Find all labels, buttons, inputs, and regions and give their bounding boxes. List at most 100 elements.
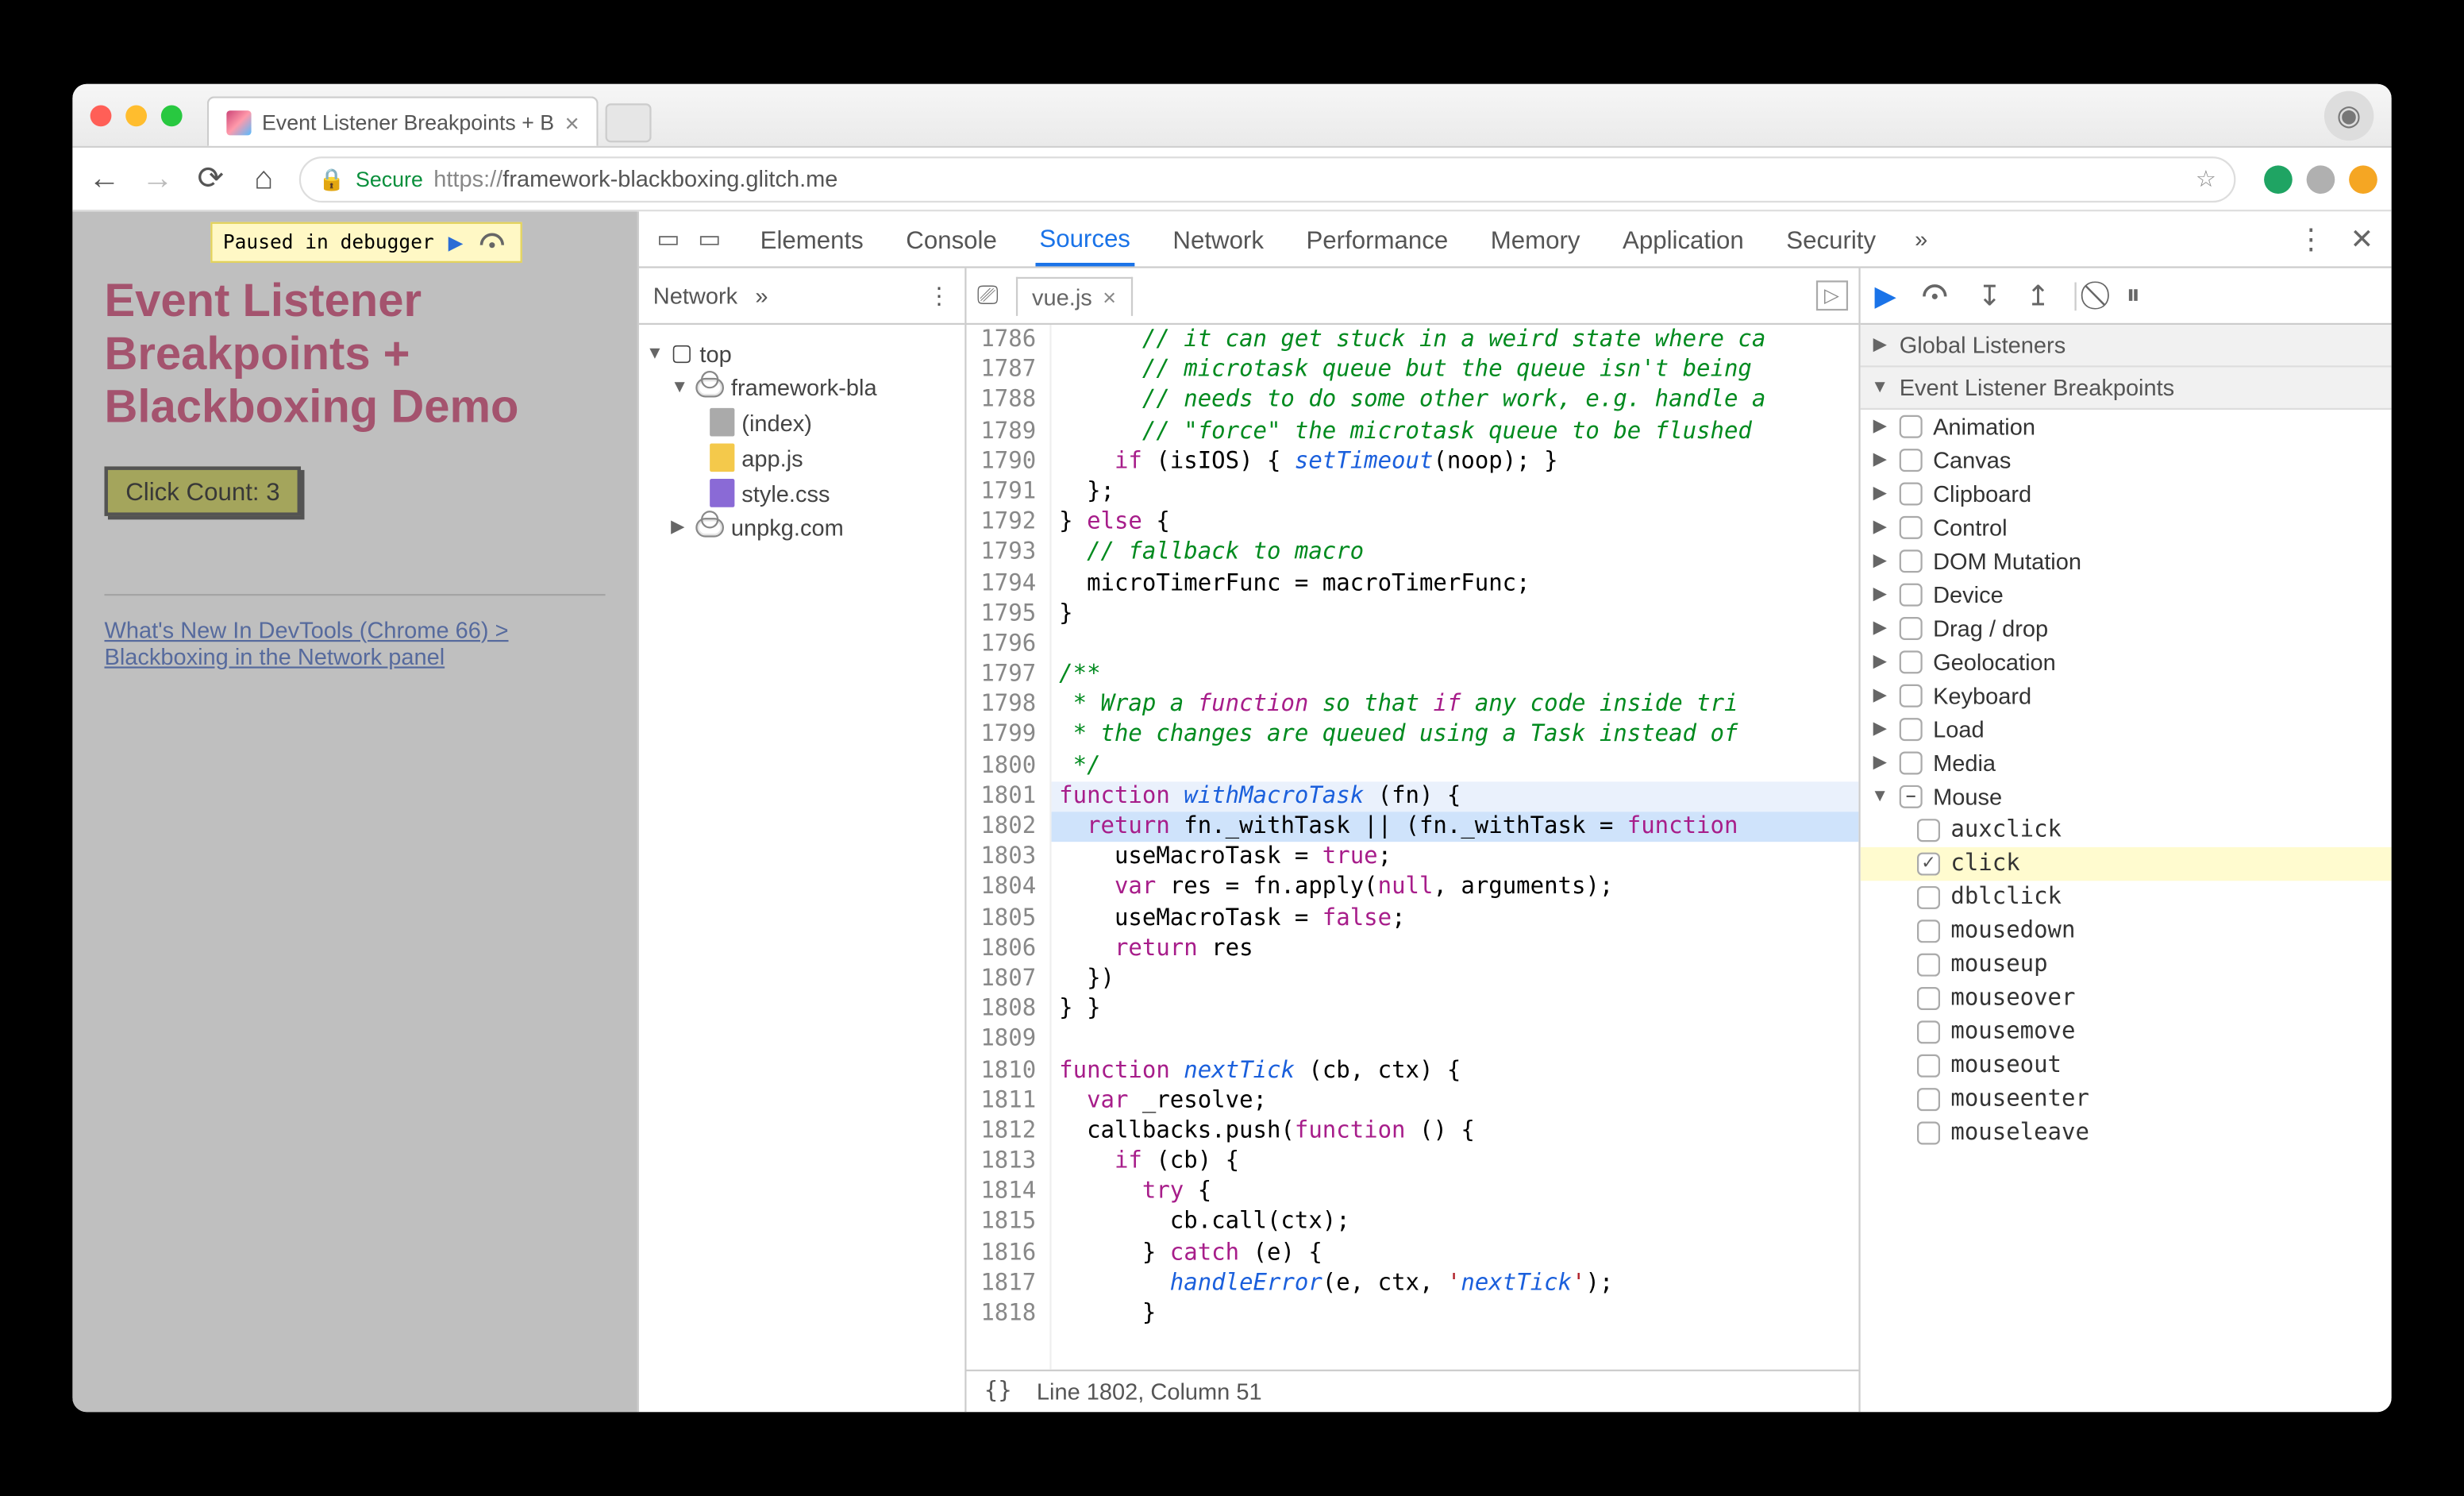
devtools-tab-security[interactable]: Security xyxy=(1783,211,1880,266)
navigator-tab[interactable]: Network xyxy=(653,283,737,309)
bp-category[interactable]: ▶Keyboard xyxy=(1861,679,2392,712)
bp-event[interactable]: mouseenter xyxy=(1861,1082,2392,1116)
checkbox[interactable] xyxy=(1900,751,1923,774)
bp-event[interactable]: mouseover xyxy=(1861,981,2392,1015)
tree-row[interactable]: ▶ unpkg.com xyxy=(646,511,957,544)
back-icon[interactable]: ← xyxy=(87,160,122,198)
step-over-icon[interactable] xyxy=(1921,279,1953,312)
click-count-button[interactable]: Click Count: 3 xyxy=(104,466,301,515)
navigator-menu-icon[interactable]: ⋮ xyxy=(927,281,950,310)
checkbox[interactable] xyxy=(1917,1088,1940,1111)
browser-tab[interactable]: Event Listener Breakpoints + B × xyxy=(207,96,599,145)
device-toggle-icon[interactable]: ▭ xyxy=(698,224,722,254)
checkbox[interactable] xyxy=(1900,483,1923,506)
bp-category[interactable]: ▶Clipboard xyxy=(1861,477,2392,511)
checkbox[interactable] xyxy=(1917,920,1940,943)
checkbox[interactable] xyxy=(1900,650,1923,673)
window-close-icon[interactable] xyxy=(90,104,112,125)
pause-on-exceptions-icon[interactable]: ⏸ xyxy=(2126,280,2140,311)
bookmark-star-icon[interactable]: ☆ xyxy=(2196,164,2216,193)
checkbox[interactable] xyxy=(1900,415,1923,438)
overlay-step-icon[interactable] xyxy=(477,227,509,257)
checkbox[interactable] xyxy=(1900,516,1923,539)
tree-file[interactable]: (index) xyxy=(646,404,957,440)
tree-file[interactable]: style.css xyxy=(646,476,957,511)
pretty-print-icon[interactable]: {} xyxy=(984,1378,1012,1405)
overlay-resume-icon[interactable]: ▶ xyxy=(449,228,464,256)
checkbox[interactable] xyxy=(1917,1055,1940,1078)
tab-close-icon[interactable]: × xyxy=(564,108,579,137)
bp-category[interactable]: ▶DOM Mutation xyxy=(1861,545,2392,578)
bp-category[interactable]: ▼Mouse xyxy=(1861,780,2392,813)
checkbox[interactable] xyxy=(1900,549,1923,573)
bp-category[interactable]: ▶Device xyxy=(1861,578,2392,611)
checkbox[interactable] xyxy=(1917,819,1940,842)
checkbox[interactable] xyxy=(1900,684,1923,708)
devtools-tab-console[interactable]: Console xyxy=(903,211,1000,266)
bp-event[interactable]: mousemove xyxy=(1861,1016,2392,1049)
profile-icon[interactable]: ◉ xyxy=(2324,91,2374,140)
extension-icon[interactable] xyxy=(2264,164,2293,193)
editor-tab[interactable]: vue.js × xyxy=(1016,276,1132,315)
checkbox[interactable] xyxy=(1900,718,1923,741)
checkbox[interactable] xyxy=(1917,987,1940,1010)
bp-category[interactable]: ▶Media xyxy=(1861,746,2392,780)
checkbox[interactable] xyxy=(1917,886,1940,909)
run-snippet-icon[interactable]: ▷ xyxy=(1815,280,1848,310)
bp-event[interactable]: mousedown xyxy=(1861,915,2392,948)
new-tab-button[interactable] xyxy=(606,102,652,141)
accordion-event-listener-breakpoints[interactable]: ▼ Event Listener Breakpoints xyxy=(1861,368,2392,411)
file-icon xyxy=(710,443,734,472)
bp-event[interactable]: mouseleave xyxy=(1861,1116,2392,1150)
tabs-overflow-icon[interactable]: » xyxy=(1915,226,1927,252)
tree-file[interactable]: app.js xyxy=(646,440,957,476)
resume-icon[interactable]: ▶ xyxy=(1874,278,1896,314)
checkbox[interactable] xyxy=(1917,853,1940,876)
extension-icon[interactable] xyxy=(2349,164,2377,193)
bp-event[interactable]: click xyxy=(1861,847,2392,881)
step-out-icon[interactable]: ↥ xyxy=(2027,278,2050,314)
bp-category[interactable]: ▶Load xyxy=(1861,712,2392,746)
bp-category[interactable]: ▶Geolocation xyxy=(1861,646,2392,679)
devtools-tab-sources[interactable]: Sources xyxy=(1036,211,1134,266)
bp-event[interactable]: mouseout xyxy=(1861,1049,2392,1082)
forward-icon[interactable]: → xyxy=(140,160,175,198)
extension-icon[interactable] xyxy=(2307,164,2335,193)
inspect-icon[interactable]: ▭ xyxy=(656,224,680,254)
page-link[interactable]: What's New In DevTools (Chrome 66) > Bla… xyxy=(104,616,605,669)
checkbox[interactable] xyxy=(1900,785,1923,808)
devtools-tab-application[interactable]: Application xyxy=(1619,211,1748,266)
checkbox[interactable] xyxy=(1900,584,1923,607)
devtools-tab-network[interactable]: Network xyxy=(1169,211,1267,266)
devtools-tab-memory[interactable]: Memory xyxy=(1487,211,1584,266)
close-tab-icon[interactable]: × xyxy=(1103,283,1116,310)
bp-category[interactable]: ▶Canvas xyxy=(1861,443,2392,476)
tree-row[interactable]: ▼ framework-bla xyxy=(646,371,957,404)
bp-event[interactable]: dblclick xyxy=(1861,881,2392,914)
navigator-overflow-icon[interactable]: » xyxy=(755,283,768,309)
checkbox[interactable] xyxy=(1900,449,1923,472)
accordion-global-listeners[interactable]: ▶ Global Listeners xyxy=(1861,325,2392,368)
checkbox[interactable] xyxy=(1900,617,1923,640)
devtools-tab-performance[interactable]: Performance xyxy=(1303,211,1452,266)
window-minimize-icon[interactable] xyxy=(125,104,147,125)
checkbox[interactable] xyxy=(1917,954,1940,977)
devtools-close-icon[interactable]: ✕ xyxy=(2350,222,2374,257)
bp-event[interactable]: auxclick xyxy=(1861,814,2392,847)
reload-icon[interactable]: ⟳ xyxy=(193,160,229,198)
devtools-tab-elements[interactable]: Elements xyxy=(757,211,867,266)
bp-category[interactable]: ▶Control xyxy=(1861,511,2392,544)
omnibox[interactable]: 🔒 Secure https://framework-blackboxing.g… xyxy=(299,156,2236,202)
code-area[interactable]: 1786178717881789179017911792179317941795… xyxy=(967,325,1859,1370)
bp-category[interactable]: ▶Drag / drop xyxy=(1861,611,2392,645)
devtools-menu-icon[interactable]: ⋮ xyxy=(2297,222,2326,257)
checkbox[interactable] xyxy=(1917,1020,1940,1043)
bp-category[interactable]: ▶Animation xyxy=(1861,410,2392,443)
step-into-icon[interactable]: ↧ xyxy=(1978,278,2002,314)
bp-event[interactable]: mouseup xyxy=(1861,948,2392,981)
window-zoom-icon[interactable] xyxy=(161,104,183,125)
home-icon[interactable]: ⌂ xyxy=(246,160,282,198)
checkbox[interactable] xyxy=(1917,1122,1940,1145)
toggle-nav-icon[interactable]: ⎚ xyxy=(977,280,999,310)
tree-row[interactable]: ▼ ▢ top xyxy=(646,335,957,371)
